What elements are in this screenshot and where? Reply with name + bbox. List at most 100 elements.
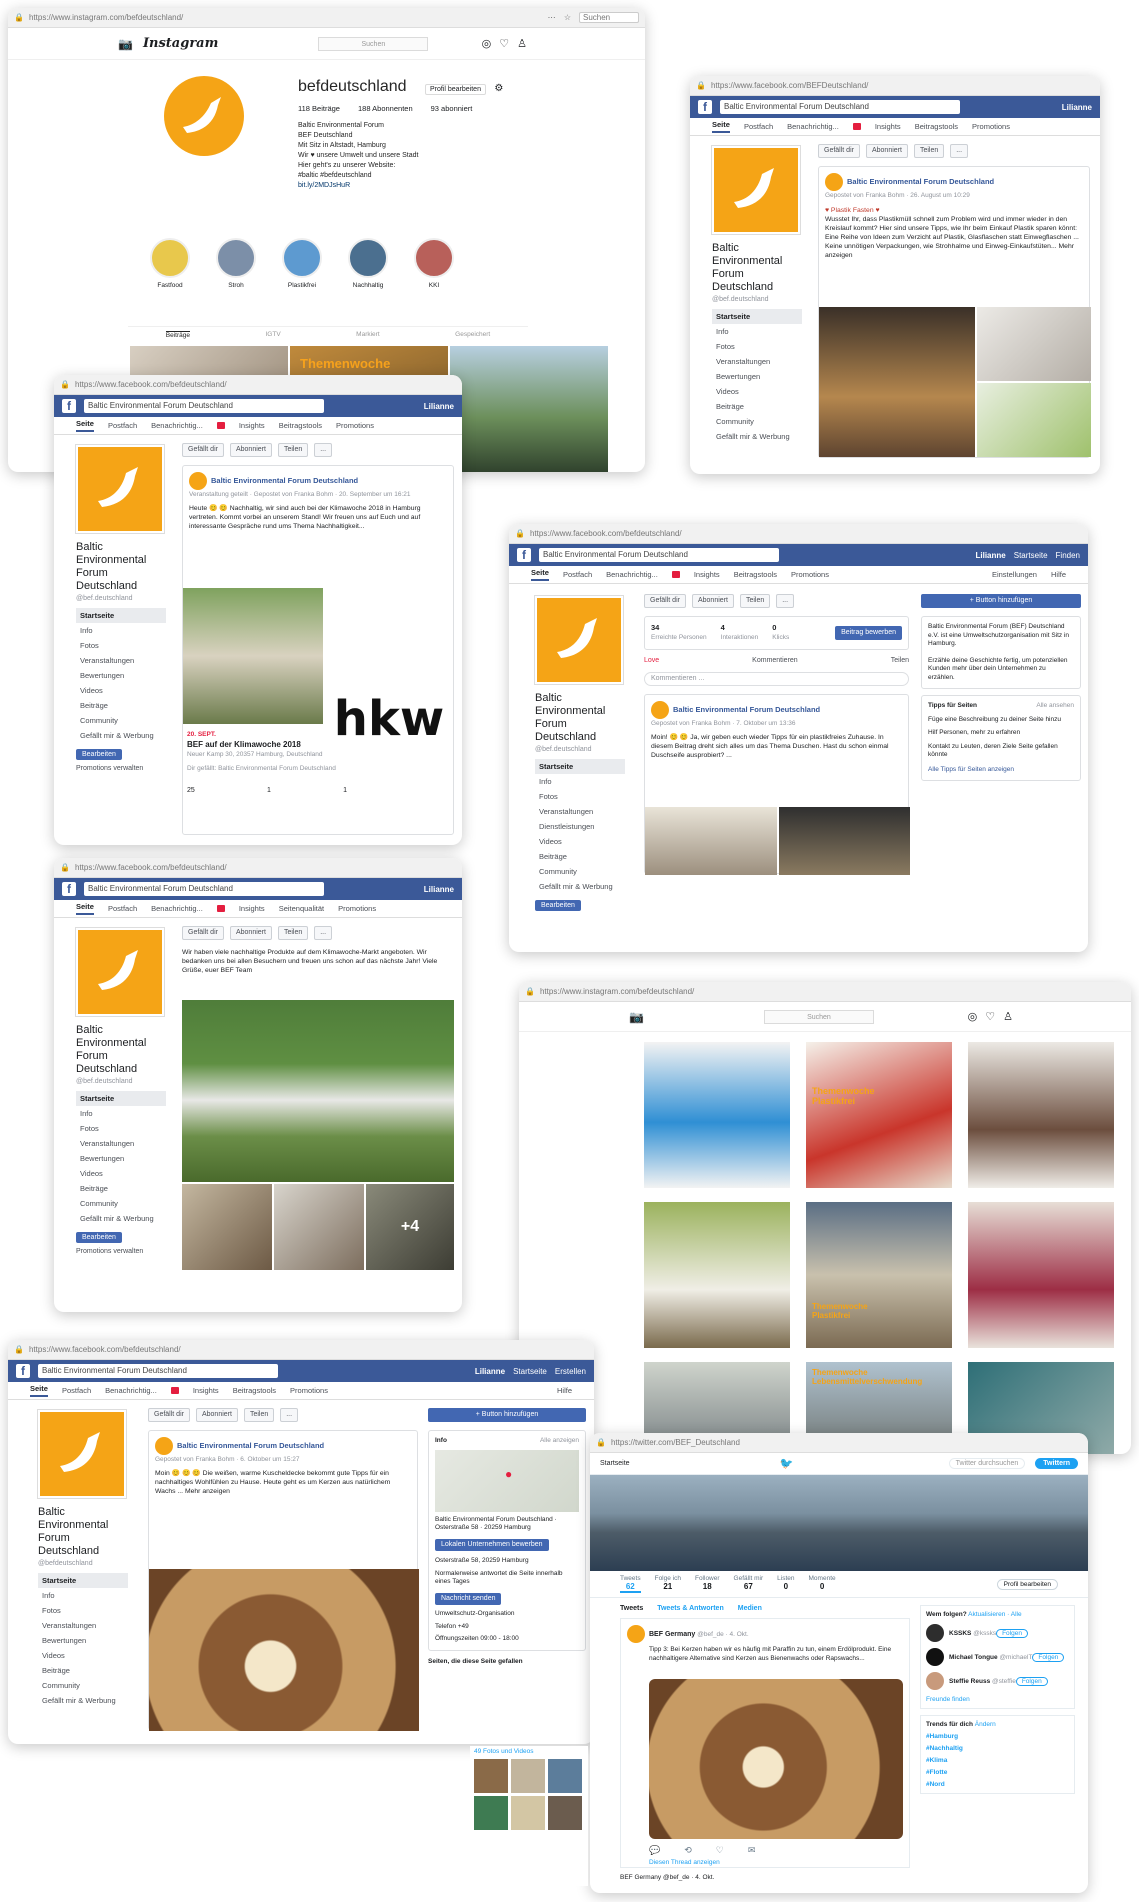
user-name[interactable]: Lilianne: [424, 885, 454, 894]
nav-item[interactable]: Videos: [38, 1648, 128, 1663]
tab-page[interactable]: Seite: [76, 902, 94, 915]
url-field[interactable]: https://www.facebook.com/befdeutschland/: [75, 380, 456, 389]
boost-button[interactable]: Beitrag bewerben: [835, 626, 902, 640]
nav-item[interactable]: Startseite: [76, 1091, 166, 1106]
nav-item[interactable]: Beiträge: [535, 849, 625, 864]
facebook-logo-icon[interactable]: f: [698, 100, 712, 114]
like-button[interactable]: Gefällt dir: [182, 443, 224, 457]
more-button[interactable]: ...: [280, 1408, 299, 1422]
search-input[interactable]: Baltic Environmental Forum Deutschland: [539, 548, 779, 562]
grid-post[interactable]: [968, 1042, 1114, 1188]
follow-button[interactable]: Abonniert: [229, 443, 272, 457]
tab-page[interactable]: Seite: [30, 1384, 48, 1397]
tab-insights[interactable]: Insights: [239, 421, 265, 430]
tab-promotions[interactable]: Promotions: [791, 570, 829, 579]
info-all-link[interactable]: Alle anzeigen: [540, 1437, 579, 1446]
tab-page[interactable]: Seite: [531, 568, 549, 581]
search-input[interactable]: Baltic Environmental Forum Deutschland: [84, 399, 324, 413]
post-photo[interactable]: [182, 1000, 454, 1182]
nav-item[interactable]: Veranstaltungen: [535, 804, 625, 819]
tab-insights[interactable]: Insights: [694, 570, 720, 579]
nav-item[interactable]: Community: [712, 414, 802, 429]
page-avatar[interactable]: [535, 596, 623, 684]
url-field[interactable]: https://www.facebook.com/BEFDeutschland/: [711, 81, 1094, 90]
tab-insights[interactable]: Insights: [193, 1386, 219, 1395]
tab-promotions[interactable]: Promotions: [290, 1386, 328, 1395]
nav-item[interactable]: Videos: [76, 683, 166, 698]
facebook-logo-icon[interactable]: f: [16, 1364, 30, 1378]
media-thumb[interactable]: [548, 1796, 582, 1830]
nav-icons[interactable]: ◎♡♙: [968, 1010, 1021, 1023]
tab-insights[interactable]: Insights: [875, 122, 901, 131]
tab-quality[interactable]: Seitenqualität: [279, 904, 324, 913]
tab-promotions[interactable]: Promotions: [972, 122, 1010, 131]
trend-item[interactable]: #Klima: [926, 1757, 1069, 1764]
wtf-links[interactable]: Aktualisieren · Alle: [968, 1611, 1021, 1618]
tab-tagged[interactable]: Markiert: [356, 331, 379, 339]
stat-posts[interactable]: 118 Beiträge: [298, 104, 340, 113]
tab-promotions[interactable]: Promotions: [338, 904, 376, 913]
post-photo[interactable]: [149, 1569, 419, 1731]
url-field[interactable]: https://www.instagram.com/befdeutschland…: [29, 13, 543, 22]
tab-help[interactable]: Hilfe: [557, 1386, 572, 1395]
tab-tweets-replies[interactable]: Tweets & Antworten: [657, 1605, 724, 1612]
nav-item[interactable]: Bewertungen: [712, 369, 802, 384]
trend-item[interactable]: #Hamburg: [926, 1733, 1069, 1740]
user-name[interactable]: Lilianne: [424, 402, 454, 411]
tab-settings[interactable]: Einstellungen: [992, 570, 1037, 579]
nav-item[interactable]: Veranstaltungen: [76, 1136, 166, 1151]
event-logo[interactable]: hkw: [325, 588, 453, 743]
search-input[interactable]: Twitter durchsuchen: [948, 1458, 1026, 1469]
promote-local-button[interactable]: Lokalen Unternehmen bewerben: [435, 1538, 549, 1551]
nav-item[interactable]: Veranstaltungen: [712, 354, 802, 369]
nav-item[interactable]: Fotos: [712, 339, 802, 354]
search-input[interactable]: Baltic Environmental Forum Deutschland: [38, 1364, 278, 1378]
tab-tools[interactable]: Beitragstools: [279, 421, 322, 430]
stat-following[interactable]: 93 abonniert: [431, 104, 473, 113]
tab-inbox[interactable]: Postfach: [563, 570, 592, 579]
post-photo[interactable]: [182, 1184, 272, 1270]
url-field[interactable]: https://www.facebook.com/befdeutschland/: [530, 529, 1082, 538]
nav-item[interactable]: Community: [76, 713, 166, 728]
nav-item[interactable]: Fotos: [76, 638, 166, 653]
page-avatar[interactable]: [76, 928, 164, 1016]
tab-inbox[interactable]: Postfach: [744, 122, 773, 131]
nav-item[interactable]: Fotos: [76, 1121, 166, 1136]
love-button[interactable]: Love: [644, 656, 659, 666]
media-thumb[interactable]: [511, 1759, 545, 1793]
nav-create[interactable]: Erstellen: [555, 1367, 586, 1376]
grid-post[interactable]: [968, 1202, 1114, 1348]
facebook-logo-icon[interactable]: f: [62, 882, 76, 896]
tab-help[interactable]: Hilfe: [1051, 570, 1066, 579]
facebook-logo-icon[interactable]: f: [62, 399, 76, 413]
page-avatar[interactable]: [76, 445, 164, 533]
post-author[interactable]: Baltic Environmental Forum Deutschland: [673, 705, 820, 714]
nav-item[interactable]: Bewertungen: [38, 1633, 128, 1648]
tab-inbox[interactable]: Postfach: [108, 421, 137, 430]
show-thread-link[interactable]: Diesen Thread anzeigen: [649, 1859, 720, 1866]
like-button[interactable]: Gefällt dir: [148, 1408, 190, 1422]
search-input[interactable]: Baltic Environmental Forum Deutschland: [84, 882, 324, 896]
instagram-camera-icon[interactable]: 📷: [118, 37, 133, 51]
media-thumb[interactable]: [511, 1796, 545, 1830]
follow-button[interactable]: Folgen: [1032, 1652, 1065, 1662]
nav-icons[interactable]: ◎♡♙: [482, 37, 535, 50]
post-author[interactable]: Baltic Environmental Forum Deutschland: [211, 476, 358, 485]
tweet-photo[interactable]: [649, 1679, 903, 1839]
tab-insights[interactable]: Insights: [239, 904, 265, 913]
nav-item[interactable]: Community: [38, 1678, 128, 1693]
nav-item[interactable]: Videos: [76, 1166, 166, 1181]
tab-notifications[interactable]: Benachrichtig...: [105, 1386, 157, 1395]
trend-item[interactable]: #Nord: [926, 1781, 1069, 1788]
nav-item[interactable]: Startseite: [38, 1573, 128, 1588]
tweet-actions-icons[interactable]: 💬⟲♡✉: [649, 1845, 779, 1856]
like-button[interactable]: Gefällt dir: [182, 926, 224, 940]
page-avatar[interactable]: [712, 146, 800, 234]
nav-item[interactable]: Beiträge: [712, 399, 802, 414]
user-name[interactable]: Lilianne: [976, 551, 1006, 560]
edit-button[interactable]: Bearbeiten: [535, 900, 581, 911]
tab-promotions[interactable]: Promotions: [336, 421, 374, 430]
bio-link[interactable]: bit.ly/2MDJsHuR: [298, 181, 503, 191]
stat[interactable]: Follower 18: [695, 1575, 720, 1593]
url-field[interactable]: https://www.facebook.com/befdeutschland/: [75, 863, 456, 872]
